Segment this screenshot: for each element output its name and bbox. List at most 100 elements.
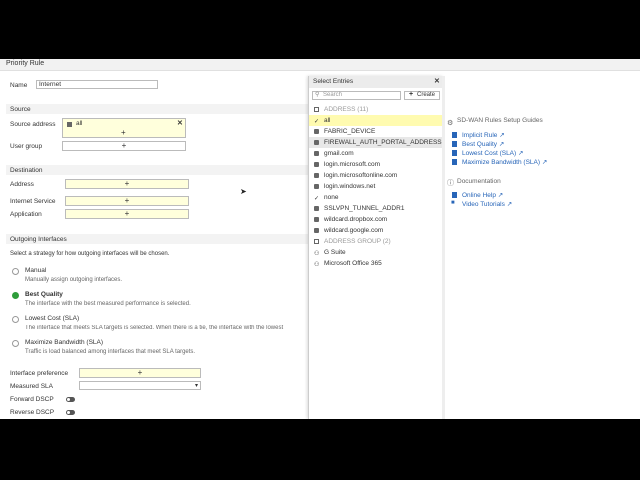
guide-link-label: Maximize Bandwidth (SLA) <box>462 159 541 166</box>
strategy-max-bandwidth-title: Maximize Bandwidth (SLA) <box>25 339 104 346</box>
entry-item[interactable]: SSLVPN_TUNNEL_ADDR1 <box>309 203 443 214</box>
group-icon: ⚇ <box>314 262 320 268</box>
entry-item[interactable]: gmail.com <box>309 148 443 159</box>
application-field[interactable]: + <box>65 209 189 219</box>
internet-service-label: Internet Service <box>10 198 56 205</box>
remove-icon[interactable]: ✕ <box>177 119 183 127</box>
entry-item[interactable]: ✓ none <box>309 192 443 203</box>
strategy-max-bandwidth-desc: Traffic is load balanced among interface… <box>25 349 196 355</box>
address-group-header: ADDRESS (11) <box>309 104 443 115</box>
chevron-down-icon: ▾ <box>194 383 198 389</box>
guides-title: SD-WAN Rules Setup Guides <box>457 117 543 124</box>
info-icon: ⓘ <box>447 180 454 187</box>
destination-address-field[interactable]: + <box>65 179 189 189</box>
entry-label: wildcard.dropbox.com <box>324 216 388 223</box>
source-address-label: Source address <box>10 121 56 128</box>
entry-item[interactable]: ✓ all <box>309 115 443 126</box>
entry-item[interactable]: FABRIC_DEVICE <box>309 126 443 137</box>
internet-service-field[interactable]: + <box>65 196 189 206</box>
reverse-dscp-toggle[interactable] <box>66 410 75 415</box>
doc-link-label: Video Tutorials <box>462 201 505 208</box>
forward-dscp-label: Forward DSCP <box>10 396 54 403</box>
online-help-link[interactable]: Online Help ↗ <box>462 191 503 199</box>
destination-section-title: Destination <box>10 166 43 174</box>
strategy-manual-desc: Manually assign outgoing interfaces. <box>25 277 123 283</box>
entry-item[interactable]: login.microsoft.com <box>309 159 443 170</box>
doc-link-label: Online Help <box>462 192 496 199</box>
reverse-dscp-label: Reverse DSCP <box>10 409 55 416</box>
address-icon <box>314 173 319 178</box>
address-icon <box>314 151 319 156</box>
book-icon <box>452 159 457 165</box>
entry-label: all <box>324 117 331 124</box>
address-icon <box>67 122 72 127</box>
measured-sla-select[interactable]: ▾ <box>79 381 201 390</box>
address-icon <box>314 140 319 145</box>
strategy-prompt: Select a strategy for how outgoing inter… <box>10 251 170 257</box>
create-button[interactable]: + Create <box>404 91 440 100</box>
popup-scrollbar[interactable] <box>442 76 445 419</box>
address-group-category-icon <box>314 239 319 244</box>
strategy-lowest-cost-desc: The interface that meets SLA targets is … <box>25 325 284 331</box>
external-link-icon: ↗ <box>499 132 505 139</box>
entry-item[interactable]: wildcard.dropbox.com <box>309 214 443 225</box>
destination-section: Destination <box>6 165 308 175</box>
add-source-address-plus[interactable]: + <box>121 128 126 137</box>
strategy-max-bandwidth-radio[interactable] <box>12 340 19 347</box>
address-category-icon <box>314 107 319 112</box>
guides-icon: ⚙ <box>447 120 454 127</box>
source-address-field[interactable]: all ✕ + <box>62 118 186 138</box>
entry-label: Microsoft Office 365 <box>324 260 382 267</box>
entry-item[interactable]: login.microsoftonline.com <box>309 170 443 181</box>
guide-link-label: Best Quality <box>462 141 498 148</box>
search-placeholder: Search <box>323 92 343 98</box>
entry-item[interactable]: ⚇ Microsoft Office 365 <box>309 258 443 269</box>
guide-link-label: Lowest Cost (SLA) <box>462 150 517 157</box>
select-entries-title: Select Entries <box>313 78 354 85</box>
strategy-best-quality-title: Best Quality <box>25 291 63 298</box>
book-icon <box>452 150 457 156</box>
entry-item[interactable]: ⚇ G Suite <box>309 247 443 258</box>
entry-label: login.windows.net <box>324 183 376 190</box>
user-group-label: User group <box>10 143 43 150</box>
name-input[interactable]: Internet <box>36 80 158 89</box>
address-icon <box>314 228 319 233</box>
strategy-lowest-cost-radio[interactable] <box>12 316 19 323</box>
guide-link-best-quality[interactable]: Best Quality ↗ <box>462 140 504 148</box>
entry-label: G Suite <box>324 249 346 256</box>
page-title: Priority Rule <box>6 60 45 67</box>
guide-link-implicit-rule[interactable]: Implicit Rule ↗ <box>462 131 505 139</box>
entry-item[interactable]: wildcard.google.com <box>309 225 443 236</box>
address-icon <box>314 129 319 134</box>
entry-item[interactable]: login.windows.net <box>309 181 443 192</box>
address-icon <box>314 162 319 167</box>
interface-preference-field[interactable]: + <box>79 368 201 378</box>
external-link-icon: ↗ <box>498 141 505 148</box>
search-input[interactable]: ⚲ Search <box>312 91 401 100</box>
select-entries-header: Select Entries ✕ <box>309 76 443 88</box>
book-icon <box>452 192 457 198</box>
entry-label: SSLVPN_TUNNEL_ADDR1 <box>324 205 405 212</box>
group-icon: ⚇ <box>314 251 320 257</box>
strategy-manual-radio[interactable] <box>12 268 19 275</box>
close-icon[interactable]: ✕ <box>434 77 440 85</box>
strategy-best-quality-radio[interactable] <box>12 292 19 299</box>
user-group-field[interactable]: + <box>62 141 186 151</box>
source-address-value: all <box>76 120 83 127</box>
guide-link-max-bandwidth[interactable]: Maximize Bandwidth (SLA) ↗ <box>462 158 547 166</box>
external-link-icon: ↗ <box>497 192 504 199</box>
forward-dscp-toggle[interactable] <box>66 397 75 402</box>
video-tutorials-link[interactable]: Video Tutorials ↗ <box>462 200 512 208</box>
source-section: Source <box>6 104 308 114</box>
address-header-text: ADDRESS (11) <box>324 106 369 113</box>
check-icon: ✓ <box>314 119 320 125</box>
guide-link-lowest-cost[interactable]: Lowest Cost (SLA) ↗ <box>462 149 523 157</box>
entry-label: FABRIC_DEVICE <box>324 128 376 135</box>
check-icon: ✓ <box>314 196 320 202</box>
search-icon: ⚲ <box>315 92 320 98</box>
address-group-header: ADDRESS GROUP (2) <box>309 236 443 247</box>
app-screen: Priority Rule Name Internet Source Sourc… <box>0 59 640 419</box>
entry-item[interactable]: FIREWALL_AUTH_PORTAL_ADDRESS <box>309 137 443 148</box>
address-icon <box>314 206 319 211</box>
interface-preference-label: Interface preference <box>10 370 69 377</box>
